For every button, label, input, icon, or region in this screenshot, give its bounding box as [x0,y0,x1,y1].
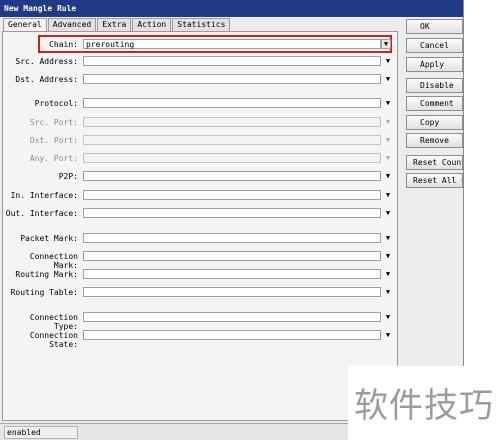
connection-state-dropdown-icon[interactable]: ▼ [384,331,392,339]
dst-address-dropdown-icon[interactable]: ▼ [384,75,392,83]
apply-button[interactable]: Apply [406,57,463,72]
ok-button[interactable]: OK [406,19,463,34]
connection-type-label: Connection Type: [29,313,78,331]
connection-mark-field[interactable] [83,251,381,261]
disable-button[interactable]: Disable [406,78,463,93]
connection-state-field[interactable] [83,330,381,340]
chain-dropdown-icon[interactable]: ▼ [381,39,391,49]
packet-mark-field[interactable] [83,233,381,243]
copy-button[interactable]: Copy [406,115,463,130]
routing-table-label: Routing Table: [10,288,78,297]
src-address-dropdown-icon[interactable]: ▼ [384,57,392,65]
in-interface-label: In. Interface: [10,191,78,200]
tab-action[interactable]: Action [132,18,172,31]
tab-extra[interactable]: Extra [97,18,132,31]
watermark: 软件技巧 [348,366,500,440]
dst-port-dropdown-icon: ▼ [385,136,391,144]
in-interface-field[interactable] [83,190,381,200]
dst-port-field [83,135,381,145]
connection-mark-label: Connection Mark: [29,252,78,270]
packet-mark-dropdown-icon[interactable]: ▼ [384,234,392,242]
tab-general[interactable]: General [3,18,47,32]
any-port-field [83,153,381,163]
in-interface-dropdown-icon[interactable]: ▼ [384,191,392,199]
chain-select[interactable]: prerouting [83,39,381,49]
reset-counters-button[interactable]: Reset Counters [406,155,463,170]
protocol-label: Protocol: [34,99,78,108]
connection-type-dropdown-icon[interactable]: ▼ [384,313,392,321]
src-port-dropdown-icon: ▼ [385,118,391,126]
tab-advanced[interactable]: Advanced [47,18,97,31]
tab-statistics[interactable]: Statistics [172,18,231,31]
general-panel [2,31,398,421]
out-interface-field[interactable] [83,208,381,218]
out-interface-label: Out. Interface: [5,209,78,218]
routing-mark-dropdown-icon[interactable]: ▼ [384,270,392,278]
routing-table-field[interactable] [83,287,381,297]
packet-mark-label: Packet Mark: [20,234,78,243]
chain-label: Chain: [49,40,78,49]
connection-state-label: Connection State: [29,331,78,349]
reset-all-counters-button[interactable]: Reset All Counters [406,173,463,188]
protocol-field[interactable] [83,98,381,108]
dst-port-label: Dst. Port: [29,136,78,145]
src-address-field[interactable] [83,56,381,66]
remove-button[interactable]: Remove [406,133,463,148]
p2p-dropdown-icon[interactable]: ▼ [384,172,392,180]
status-text: enabled [4,426,78,439]
src-port-field [83,117,381,127]
dst-address-field[interactable] [83,74,381,84]
window-title: New Mangle Rule [0,0,463,17]
comment-button[interactable]: Comment [406,96,463,111]
cancel-button[interactable]: Cancel [406,38,463,53]
src-port-label: Src. Port: [29,118,78,127]
connection-mark-dropdown-icon[interactable]: ▼ [384,252,392,260]
routing-table-dropdown-icon[interactable]: ▼ [384,288,392,296]
dst-address-label: Dst. Address: [15,75,78,84]
p2p-field[interactable] [83,171,381,181]
protocol-dropdown-icon[interactable]: ▼ [384,99,392,107]
p2p-label: P2P: [58,172,78,181]
routing-mark-field[interactable] [83,269,381,279]
any-port-dropdown-icon: ▼ [385,154,391,162]
routing-mark-label: Routing Mark: [15,270,78,279]
watermark-text: 软件技巧 [354,386,494,426]
any-port-label: Any. Port: [29,154,78,163]
src-address-label: Src. Address: [15,57,78,66]
connection-type-field[interactable] [83,312,381,322]
tab-bar: General Advanced Extra Action Statistics [3,18,231,32]
out-interface-dropdown-icon[interactable]: ▼ [384,209,392,217]
